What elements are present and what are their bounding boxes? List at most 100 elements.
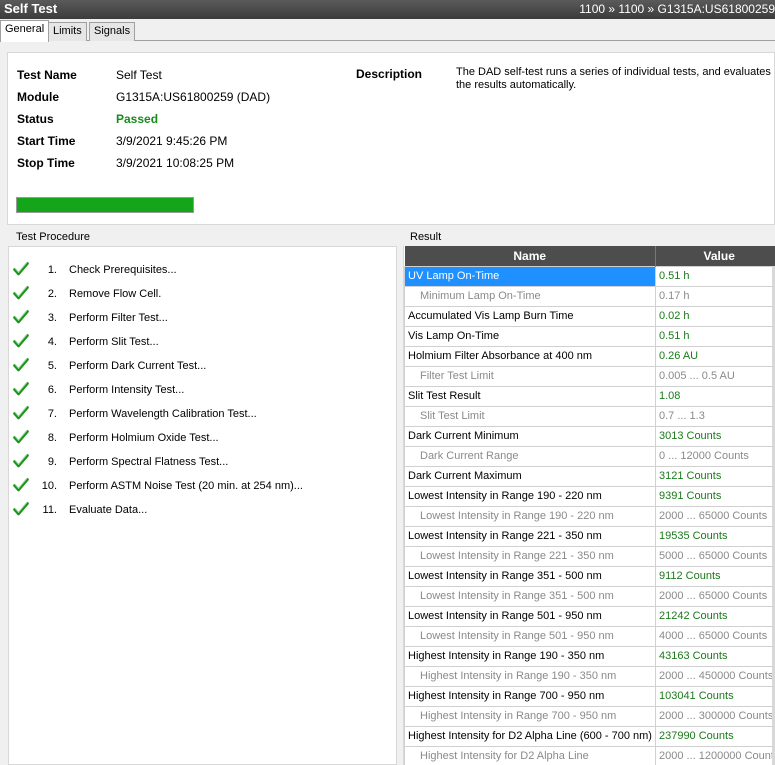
step-number: 10. bbox=[41, 480, 57, 492]
status-value: Passed bbox=[116, 112, 159, 126]
result-value-cell: 2000 ... 65000 Counts bbox=[654, 505, 775, 527]
result-name-cell: Slit Test Result bbox=[404, 385, 656, 407]
procedure-step[interactable]: 9. Perform Spectral Flatness Test... bbox=[9, 453, 398, 477]
result-name-cell: Dark Current Range bbox=[404, 445, 656, 467]
result-name-cell: Highest Intensity in Range 190 - 350 nm bbox=[404, 665, 656, 687]
procedure-step[interactable]: 5. Perform Dark Current Test... bbox=[9, 357, 398, 381]
checkmark-icon bbox=[13, 406, 29, 420]
test-procedure-heading: Test Procedure bbox=[14, 231, 92, 243]
step-number: 9. bbox=[47, 456, 57, 468]
result-row[interactable]: Vis Lamp On-Time 0.51 h bbox=[404, 325, 775, 347]
checkmark-icon bbox=[13, 334, 29, 348]
title-bar: Self Test 1100 » 1100 » G1315A:US6180025… bbox=[0, 0, 775, 19]
result-panel: Name Value UV Lamp On-Time 0.51 h Minimum … bbox=[403, 246, 775, 765]
result-limit-row[interactable]: Slit Test Limit 0.7 ... 1.3 bbox=[404, 405, 775, 427]
result-row[interactable]: Highest Intensity in Range 700 - 950 nm 1… bbox=[404, 685, 775, 707]
result-value-cell: 0.005 ... 0.5 AU bbox=[654, 365, 775, 387]
result-name-cell: Minimum Lamp On-Time bbox=[404, 285, 656, 307]
checkmark-icon bbox=[13, 382, 29, 396]
stop-time-value: 3/9/2021 10:08:25 PM bbox=[116, 156, 235, 170]
result-name-cell: Dark Current Maximum bbox=[404, 465, 656, 487]
tab-general[interactable]: General bbox=[0, 20, 50, 42]
result-name-cell: Dark Current Minimum bbox=[404, 425, 656, 447]
result-heading: Result bbox=[408, 231, 444, 243]
progress-fill bbox=[17, 198, 193, 212]
progress-bar bbox=[16, 197, 194, 213]
result-name-cell: Lowest Intensity in Range 221 - 350 nm bbox=[404, 525, 656, 547]
result-limit-row[interactable]: Lowest Intensity in Range 501 - 950 nm 40… bbox=[404, 625, 775, 647]
description-label: Description bbox=[356, 67, 423, 81]
checkmark-icon bbox=[13, 358, 29, 372]
step-label: Perform Holmium Oxide Test... bbox=[69, 432, 219, 444]
result-value-cell: 3121 Counts bbox=[654, 465, 775, 487]
result-name-cell: Lowest Intensity in Range 221 - 350 nm bbox=[404, 545, 656, 567]
procedure-step[interactable]: 8. Perform Holmium Oxide Test... bbox=[9, 429, 398, 453]
result-value-cell: 0.7 ... 1.3 bbox=[654, 405, 775, 427]
step-number: 1. bbox=[47, 264, 57, 276]
result-row[interactable]: Lowest Intensity in Range 351 - 500 nm 91… bbox=[404, 565, 775, 587]
result-name-cell: Highest Intensity in Range 700 - 950 nm bbox=[404, 685, 656, 707]
result-row[interactable]: Lowest Intensity in Range 221 - 350 nm 19… bbox=[404, 525, 775, 547]
result-value-cell: 2000 ... 300000 Counts bbox=[654, 705, 775, 727]
procedure-step[interactable]: 1. Check Prerequisites... bbox=[9, 261, 398, 285]
test-summary-panel: Test Name Self Test Module G1315A:US6180… bbox=[7, 52, 775, 225]
step-number: 6. bbox=[47, 384, 57, 396]
result-limit-row[interactable]: Lowest Intensity in Range 351 - 500 nm 20… bbox=[404, 585, 775, 607]
procedure-step[interactable]: 7. Perform Wavelength Calibration Test... bbox=[9, 405, 398, 429]
result-value-cell: 0.51 h bbox=[654, 265, 775, 287]
value-column-header[interactable]: Value bbox=[655, 246, 775, 266]
step-number: 2. bbox=[47, 288, 57, 300]
result-row[interactable]: Lowest Intensity in Range 190 - 220 nm 93… bbox=[404, 485, 775, 507]
tab-signals[interactable]: Signals bbox=[89, 22, 136, 41]
step-label: Remove Flow Cell. bbox=[69, 288, 162, 300]
result-name-cell: Lowest Intensity in Range 190 - 220 nm bbox=[404, 485, 656, 507]
result-value-cell: 237990 Counts bbox=[654, 725, 775, 747]
result-limit-row[interactable]: Dark Current Range 0 ... 12000 Counts bbox=[404, 445, 775, 467]
result-limit-row[interactable]: Lowest Intensity in Range 190 - 220 nm 20… bbox=[404, 505, 775, 527]
status-label: Status bbox=[17, 112, 54, 126]
checkmark-icon bbox=[13, 262, 29, 276]
tab-limits[interactable]: Limits bbox=[48, 22, 87, 41]
result-limit-row[interactable]: Highest Intensity in Range 190 - 350 nm 2… bbox=[404, 665, 775, 687]
result-limit-row[interactable]: Lowest Intensity in Range 221 - 350 nm 50… bbox=[404, 545, 775, 567]
result-row[interactable]: Highest Intensity in Range 190 - 350 nm 4… bbox=[404, 645, 775, 667]
procedure-step[interactable]: 3. Perform Filter Test... bbox=[9, 309, 398, 333]
result-row[interactable]: Dark Current Minimum 3013 Counts bbox=[404, 425, 775, 447]
result-row[interactable]: Slit Test Result 1.08 bbox=[404, 385, 775, 407]
procedure-step[interactable]: 11. Evaluate Data... bbox=[9, 501, 398, 525]
result-row[interactable]: Accumulated Vis Lamp Burn Time 0.02 h bbox=[404, 305, 775, 327]
result-limit-row[interactable]: Highest Intensity for D2 Alpha Line 2000 … bbox=[404, 745, 775, 765]
result-table: Name Value UV Lamp On-Time 0.51 h Minimum … bbox=[404, 246, 775, 765]
result-limit-row[interactable]: Filter Test Limit 0.005 ... 0.5 AU bbox=[404, 365, 775, 387]
step-number: 11. bbox=[42, 504, 57, 516]
result-name-cell: Filter Test Limit bbox=[404, 365, 656, 387]
result-row[interactable]: Holmium Filter Absorbance at 400 nm 0.26 … bbox=[404, 345, 775, 367]
result-row[interactable]: UV Lamp On-Time 0.51 h bbox=[404, 265, 775, 287]
name-column-header[interactable]: Name bbox=[404, 246, 656, 266]
result-value-cell: 2000 ... 1200000 Counts bbox=[654, 745, 775, 765]
result-limit-row[interactable]: Minimum Lamp On-Time 0.17 h bbox=[404, 285, 775, 307]
result-name-cell: Lowest Intensity in Range 501 - 950 nm bbox=[404, 605, 656, 627]
result-row[interactable]: Highest Intensity for D2 Alpha Line (600… bbox=[404, 725, 775, 747]
procedure-step[interactable]: 10. Perform ASTM Noise Test (20 min. at 2… bbox=[9, 477, 398, 501]
checkmark-icon bbox=[13, 310, 29, 324]
result-name-cell: Lowest Intensity in Range 351 - 500 nm bbox=[404, 585, 656, 607]
procedure-step[interactable]: 6. Perform Intensity Test... bbox=[9, 381, 398, 405]
result-value-cell: 0.02 h bbox=[654, 305, 775, 327]
result-row[interactable]: Lowest Intensity in Range 501 - 950 nm 21… bbox=[404, 605, 775, 627]
step-label: Perform Slit Test... bbox=[69, 336, 159, 348]
result-limit-row[interactable]: Highest Intensity in Range 700 - 950 nm 2… bbox=[404, 705, 775, 727]
test-name-label: Test Name bbox=[17, 68, 77, 82]
start-time-value: 3/9/2021 9:45:26 PM bbox=[116, 134, 228, 148]
result-value-cell: 1.08 bbox=[654, 385, 775, 407]
step-number: 8. bbox=[47, 432, 57, 444]
step-label: Perform Filter Test... bbox=[69, 312, 168, 324]
result-value-cell: 2000 ... 450000 Counts bbox=[654, 665, 775, 687]
procedure-step[interactable]: 2. Remove Flow Cell. bbox=[9, 285, 398, 309]
result-row[interactable]: Dark Current Maximum 3121 Counts bbox=[404, 465, 775, 487]
result-name-cell: Lowest Intensity in Range 190 - 220 nm bbox=[404, 505, 656, 527]
window-title: Self Test bbox=[4, 1, 58, 16]
procedure-step[interactable]: 4. Perform Slit Test... bbox=[9, 333, 398, 357]
module-label: Module bbox=[17, 90, 59, 104]
start-time-label: Start Time bbox=[17, 134, 76, 148]
